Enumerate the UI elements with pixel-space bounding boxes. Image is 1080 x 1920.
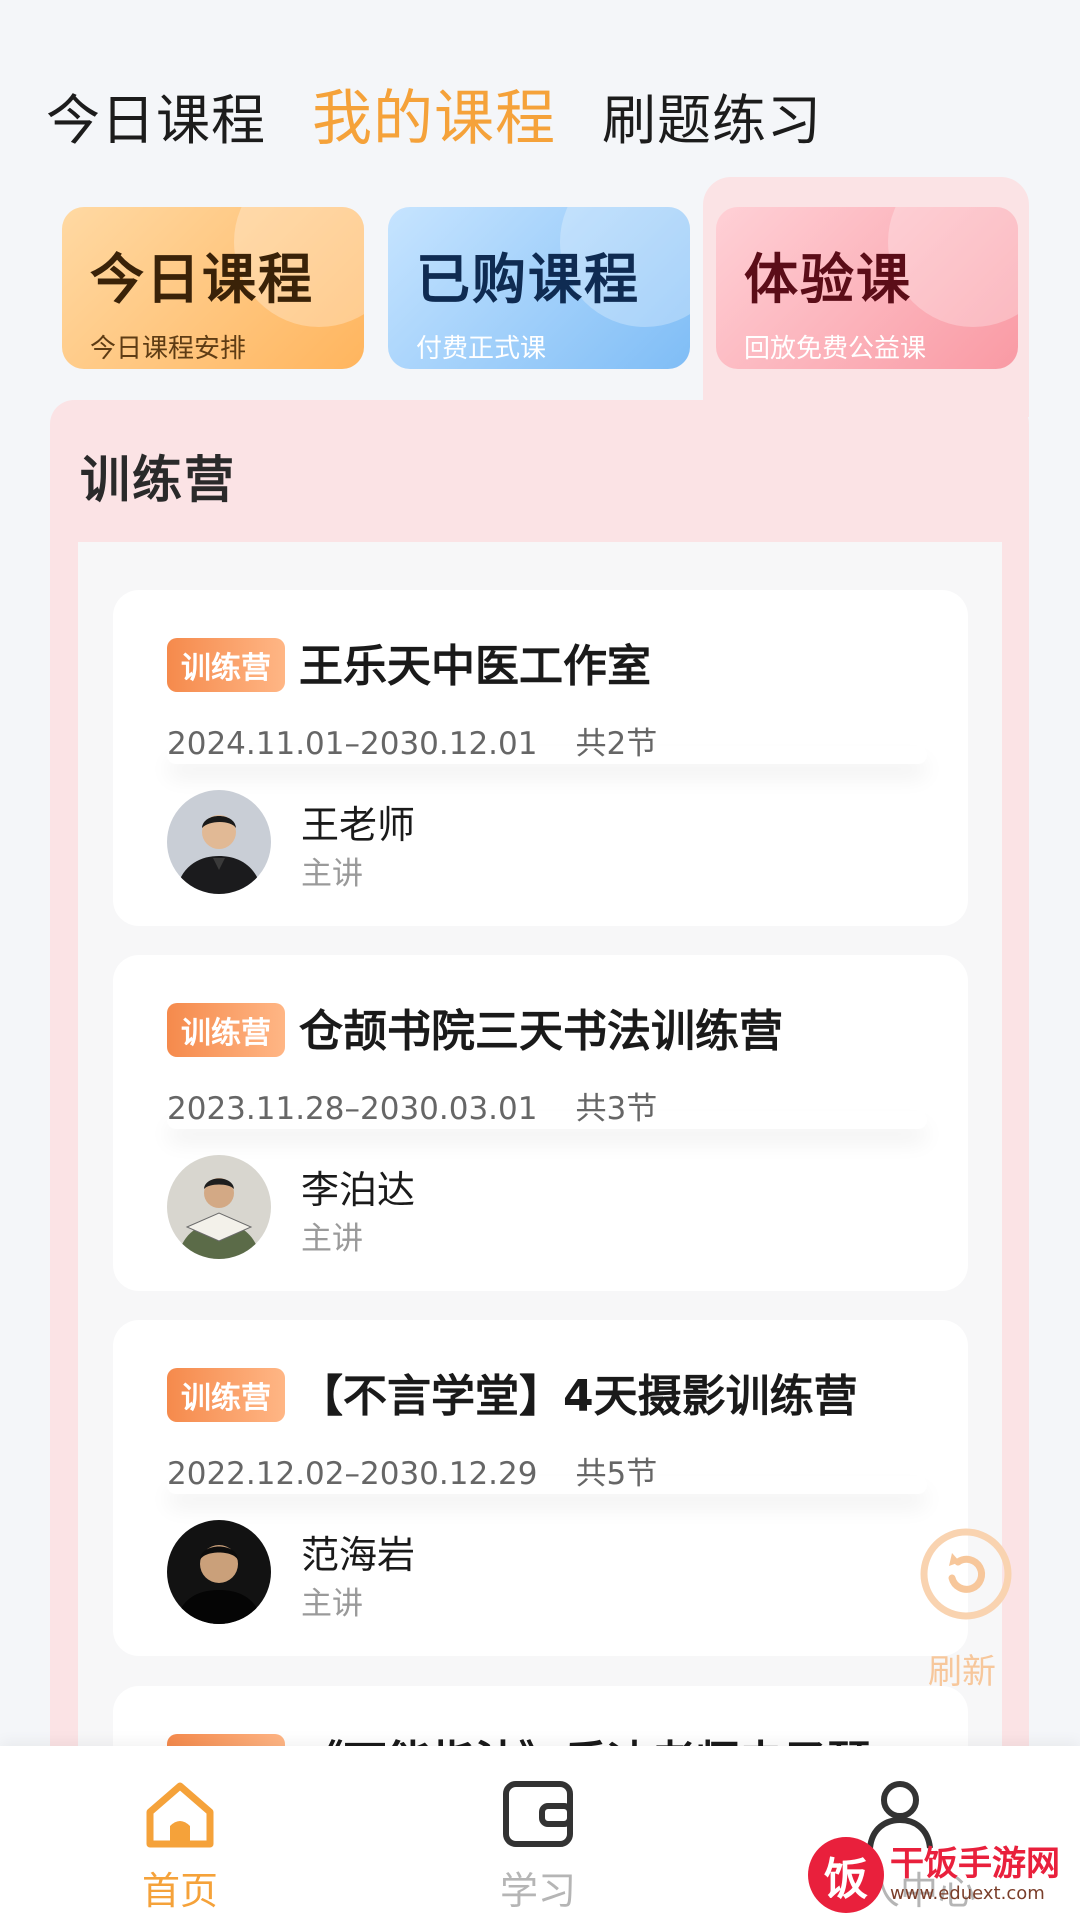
refresh-label: 刷新 [928, 1652, 996, 1692]
course-title: 仓颉书院三天书法训练营 [299, 1006, 783, 1057]
tab-my-courses[interactable]: 我的课程 [312, 70, 556, 157]
course-meta: 2024.11.01–2030.12.01 共2节 [167, 718, 657, 763]
teacher-role: 主讲 [301, 1586, 363, 1622]
course-badge: 训练营 [167, 1003, 285, 1057]
category-subtitle: 回放免费公益课 [744, 334, 927, 364]
refresh-button[interactable] [918, 1526, 1014, 1626]
course-lesson-count: 共2节 [575, 726, 658, 762]
course-date-range: 2023.11.28–2030.03.01 [167, 1091, 538, 1127]
course-card[interactable]: 训练营 仓颉书院三天书法训练营 2023.11.28–2030.03.01 共3节… [113, 955, 968, 1291]
wallet-icon [503, 1781, 573, 1847]
course-title: 王乐天中医工作室 [299, 641, 651, 692]
course-meta: 2022.12.02–2030.12.29 共5节 [167, 1448, 657, 1493]
teacher-role: 主讲 [301, 1221, 363, 1257]
top-tabs: 今日课程 我的课程 刷题练习 [46, 70, 868, 157]
category-purchased-courses[interactable]: 已购课程 付费正式课 [388, 207, 690, 369]
nav-label: 首页 [141, 1869, 218, 1913]
nav-home[interactable]: 首页 [100, 1776, 260, 1915]
nav-study[interactable]: 学习 [458, 1776, 618, 1915]
teacher-name: 王老师 [301, 803, 416, 847]
teacher-name: 范海岩 [301, 1533, 416, 1577]
site-watermark: 饭 干饭手游网 www.eduext.com [808, 1836, 1070, 1914]
course-card[interactable]: 训练营 【不言学堂】4天摄影训练营 2022.12.02–2030.12.29 共… [113, 1320, 968, 1656]
course-lesson-count: 共3节 [575, 1091, 658, 1127]
category-title: 今日课程 [90, 248, 314, 311]
course-badge: 训练营 [167, 1368, 285, 1422]
course-meta: 2023.11.28–2030.03.01 共3节 [167, 1083, 657, 1128]
teacher-avatar [167, 1520, 271, 1624]
teacher-name: 李泊达 [301, 1168, 416, 1212]
course-date-range: 2024.11.01–2030.12.01 [167, 726, 538, 762]
course-lesson-count: 共5节 [575, 1456, 658, 1492]
watermark-logo: 饭 [808, 1837, 884, 1913]
category-today-courses[interactable]: 今日课程 今日课程安排 [62, 207, 364, 369]
watermark-text: 干饭手游网 www.eduext.com [890, 1844, 1060, 1904]
refresh-icon [920, 1528, 1012, 1620]
watermark-url: www.eduext.com [890, 1882, 1045, 1904]
course-date-range: 2022.12.02–2030.12.29 [167, 1456, 538, 1492]
teacher-avatar [167, 790, 271, 894]
tab-practice[interactable]: 刷题练习 [602, 76, 822, 155]
category-subtitle: 付费正式课 [416, 334, 547, 364]
course-title: 【不言学堂】4天摄影训练营 [299, 1371, 858, 1422]
category-trial-courses[interactable]: 体验课 回放免费公益课 [716, 207, 1018, 369]
tab-today-courses[interactable]: 今日课程 [46, 76, 266, 155]
teacher-role: 主讲 [301, 856, 363, 892]
section-title: 训练营 [80, 451, 236, 509]
nav-label: 学习 [499, 1869, 576, 1913]
category-title: 已购课程 [416, 248, 640, 311]
course-badge: 训练营 [167, 638, 285, 692]
course-card[interactable]: 训练营 王乐天中医工作室 2024.11.01–2030.12.01 共2节 王老… [113, 590, 968, 926]
category-subtitle: 今日课程安排 [90, 334, 247, 364]
category-title: 体验课 [744, 248, 912, 311]
teacher-avatar [167, 1155, 271, 1259]
watermark-name: 干饭手游网 [890, 1844, 1060, 1885]
home-icon [146, 1782, 214, 1848]
